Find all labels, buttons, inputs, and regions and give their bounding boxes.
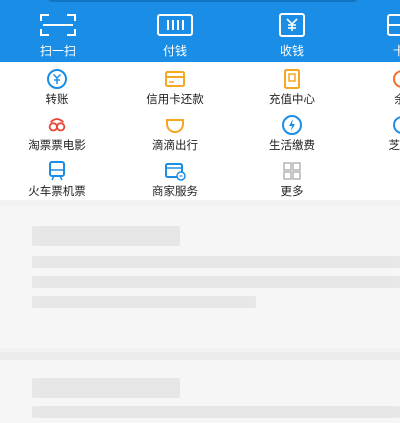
grid-item-merchant-service[interactable]: 商家服务 — [125, 154, 225, 200]
utility-bill-icon — [281, 114, 303, 136]
skeleton-line — [32, 296, 256, 308]
grid-item-label: 芝麻 — [388, 138, 400, 152]
grid-item-didi[interactable]: 滴滴出行 — [125, 108, 225, 154]
grid-item-label: 转账 — [45, 92, 69, 106]
grid-item-sesame[interactable]: 芝麻 — [350, 108, 400, 154]
credit-card-icon — [164, 68, 186, 90]
yuan-wallet-icon — [272, 12, 312, 38]
grid-item-label: 滴滴出行 — [152, 138, 198, 152]
transfer-icon — [46, 68, 68, 90]
skeleton-title — [32, 226, 180, 246]
scan-icon — [38, 12, 78, 38]
barcode-icon — [155, 12, 195, 38]
grid-item-label: 余 — [394, 93, 400, 106]
section-divider — [0, 352, 400, 360]
phone-recharge-icon — [281, 68, 303, 90]
grid-item-more[interactable]: 更多 — [242, 154, 342, 200]
top-action-bar: 扫一扫 付钱 收钱 卡 — [0, 0, 400, 62]
service-grid: 转账 信用卡还款 充值中心 余 — [0, 62, 400, 200]
card-label: 卡 — [392, 44, 400, 58]
grid-item-label: 淘票票电影 — [28, 138, 86, 152]
loading-card — [0, 360, 400, 423]
didi-icon — [164, 114, 186, 136]
grid-item-recharge[interactable]: 充值中心 — [242, 62, 342, 108]
skeleton-line — [32, 256, 400, 268]
sesame-icon — [389, 114, 400, 136]
loading-card — [0, 206, 400, 348]
receive-money-button[interactable]: 收钱 — [252, 0, 332, 62]
grid-item-label: 充值中心 — [269, 92, 315, 106]
yuebao-icon — [389, 68, 400, 90]
grid-item-train-ticket[interactable]: 火车票机票 — [7, 154, 107, 200]
grid-item-yuebao[interactable]: 余 — [350, 62, 400, 108]
scan-label: 扫一扫 — [39, 44, 76, 58]
pay-button[interactable]: 付钱 — [135, 0, 215, 62]
skeleton-line — [32, 276, 400, 288]
receive-money-label: 收钱 — [279, 44, 304, 58]
card-button[interactable]: 卡 — [374, 0, 400, 62]
grid-item-credit-card[interactable]: 信用卡还款 — [125, 62, 225, 108]
card-icon — [379, 12, 400, 38]
grid-item-transfer[interactable]: 转账 — [7, 62, 107, 108]
more-grid-icon — [281, 160, 303, 182]
grid-item-label: 商家服务 — [152, 184, 198, 198]
grid-item-label: 信用卡还款 — [146, 92, 204, 106]
movie-icon — [46, 114, 68, 136]
skeleton-line — [32, 406, 400, 418]
skeleton-title — [32, 378, 180, 398]
scan-button[interactable]: 扫一扫 — [18, 0, 98, 62]
grid-item-movie[interactable]: 淘票票电影 — [7, 108, 107, 154]
merchant-service-icon — [164, 160, 186, 182]
grid-item-utilities[interactable]: 生活缴费 — [242, 108, 342, 154]
pay-label: 付钱 — [162, 44, 187, 58]
grid-item-label: 更多 — [280, 184, 304, 198]
grid-item-label: 火车票机票 — [28, 184, 86, 198]
grid-item-label: 生活缴费 — [269, 138, 315, 152]
train-ticket-icon — [46, 160, 68, 182]
